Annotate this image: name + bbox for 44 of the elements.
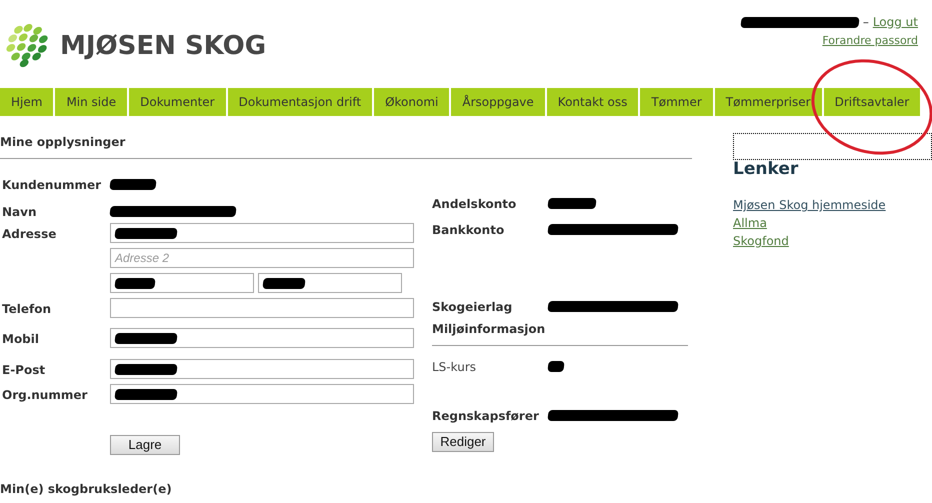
- field-label: Regnskapsfører: [432, 409, 539, 423]
- nav-item[interactable]: Tømmer: [640, 88, 713, 116]
- field-label: Navn: [2, 205, 37, 219]
- logo-text: MJØSEN SKOG: [60, 31, 266, 61]
- edit-button[interactable]: Rediger: [432, 432, 494, 452]
- input-field[interactable]: [258, 273, 402, 293]
- change-password-link[interactable]: Forandre passord: [822, 34, 918, 48]
- logout-link[interactable]: Logg ut: [872, 14, 918, 30]
- field-label: Adresse: [2, 227, 56, 241]
- sidebar-link[interactable]: Mjøsen Skog hjemmeside: [733, 196, 886, 214]
- nav-item[interactable]: Driftsavtaler: [824, 88, 920, 116]
- input-field[interactable]: [110, 384, 414, 404]
- field-label: Telefon: [2, 302, 51, 316]
- input-field[interactable]: [110, 223, 414, 243]
- field-label: LS-kurs: [432, 360, 476, 374]
- field-label: Kundenummer: [2, 178, 102, 192]
- placeholder-text: Adresse 2: [115, 250, 170, 266]
- save-button[interactable]: Lagre: [110, 434, 180, 454]
- search-field[interactable]: [733, 133, 932, 160]
- nav-item[interactable]: Min side: [55, 88, 128, 116]
- sidebar-title: Lenker: [733, 160, 800, 178]
- field-label: Mobil: [2, 332, 40, 346]
- field-label: Org.nummer: [2, 388, 88, 402]
- input-field[interactable]: [110, 298, 414, 318]
- input-field[interactable]: [110, 273, 254, 293]
- input-field[interactable]: [110, 359, 414, 379]
- nav-item[interactable]: Dokumentasjon drift: [228, 88, 372, 116]
- field-label: E-Post: [2, 363, 46, 377]
- separator-text: –: [862, 14, 869, 30]
- section-title: Min(e) skogbruksleder(e): [0, 481, 173, 497]
- field-label: Bankkonto: [432, 223, 504, 237]
- nav-item[interactable]: Årsoppgave: [451, 88, 545, 116]
- nav-item[interactable]: Dokumenter: [129, 88, 226, 116]
- sidebar-link[interactable]: Skogfond: [733, 232, 789, 250]
- section-title: Mine opplysninger: [0, 134, 126, 150]
- nav-item[interactable]: Økonomi: [374, 88, 450, 116]
- field-label: Skogeierlag: [432, 300, 512, 314]
- input-field[interactable]: [110, 328, 414, 348]
- sidebar-link[interactable]: Allma: [733, 214, 767, 232]
- nav-item[interactable]: Tømmerpriser: [714, 88, 822, 116]
- nav-item[interactable]: Hjem: [0, 88, 54, 116]
- nav-item[interactable]: Kontakt oss: [546, 88, 638, 116]
- field-label: Andelskonto: [432, 197, 516, 211]
- subsection-title: Miljøinformasjon: [432, 321, 546, 337]
